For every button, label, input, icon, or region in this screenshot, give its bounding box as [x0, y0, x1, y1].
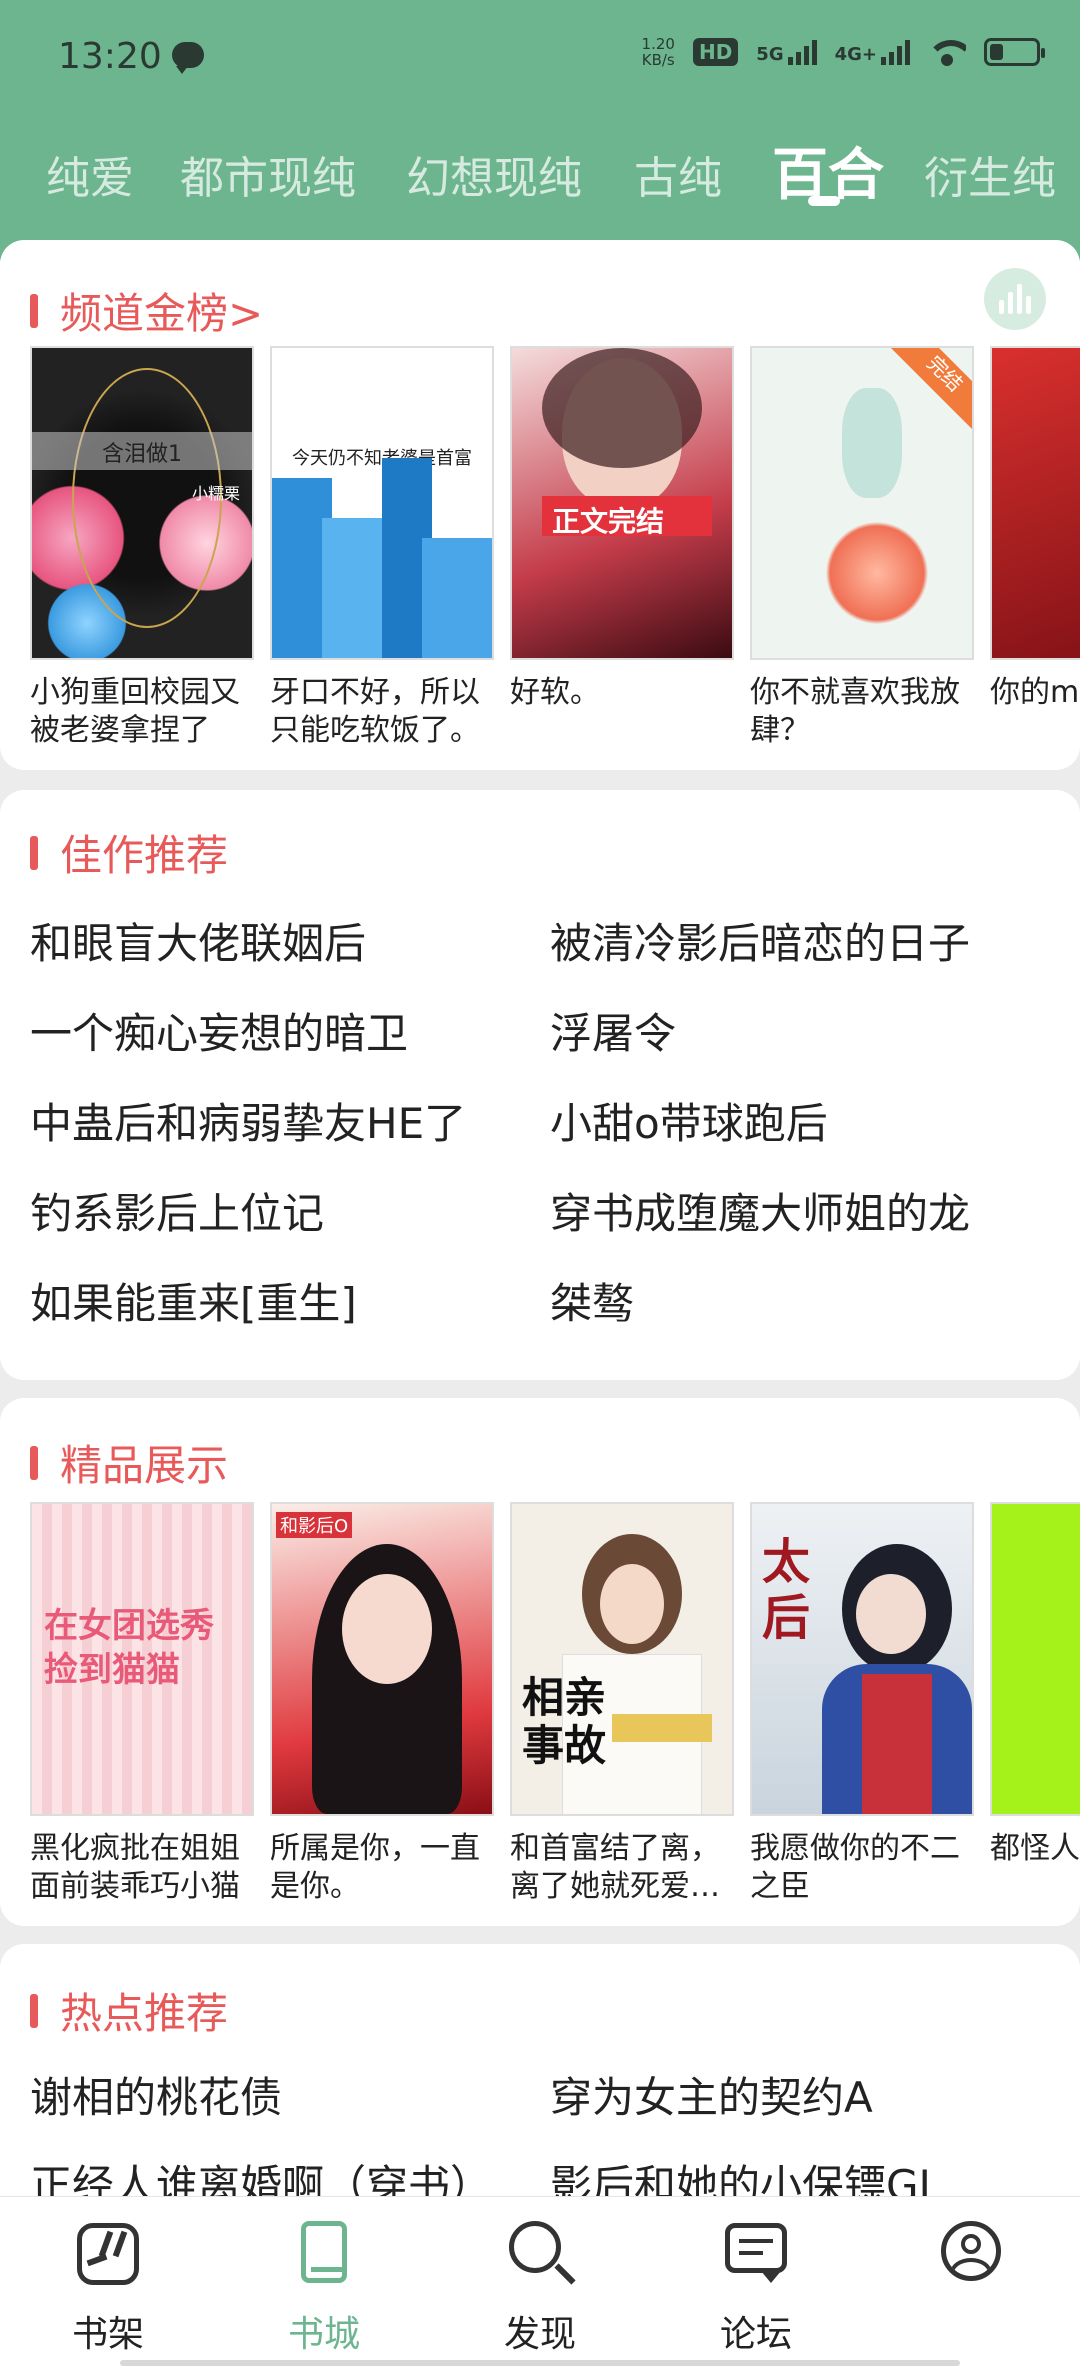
recommend-header: 佳作推荐: [30, 822, 228, 883]
forum-icon: [721, 2217, 791, 2287]
message-icon: [172, 42, 204, 74]
tab-indicator: [808, 196, 840, 206]
book-title: 牙口不好，所以只能吃软饭了。: [270, 675, 480, 746]
list-item[interactable]: 谢相的桃花债: [30, 2064, 282, 2125]
list-item[interactable]: 钓系影后上位记: [30, 1180, 324, 1241]
category-tabs: 纯爱 都市现纯 幻想现纯 古纯 百合 衍生纯: [0, 128, 1080, 208]
book-card[interactable]: 完结 你不就喜欢我放肆？: [750, 346, 974, 746]
book-card[interactable]: 正文完结 好软。: [510, 346, 734, 746]
list-item[interactable]: 桀骜: [550, 1270, 634, 1331]
book-card[interactable]: 今天仍不知老婆是首富 牙口不好，所以只能吃软饭了。: [270, 346, 494, 746]
featured-header: 精品展示: [30, 1432, 228, 1493]
section-title: 精品展示: [60, 1441, 229, 1490]
status-icons: 1.20 KB/s HD 5G 4G+: [641, 35, 1045, 69]
book-title: 都怪人!: [990, 1831, 1080, 1866]
list-item[interactable]: 小甜o带球跑后: [550, 1090, 828, 1151]
tab-guchun[interactable]: 古纯: [634, 142, 722, 206]
search-icon: [505, 2217, 576, 2287]
signal-5g: 5G: [756, 39, 817, 65]
channel-rank-card: 频道金榜> 含泪做1 小糯栗 小狗重回校园又被老婆拿捏了 今天仍不知老婆是首富: [0, 240, 1080, 770]
book-cover: 在女团选秀捡到猫猫: [30, 1502, 254, 1816]
section-title: 热点推荐: [60, 1989, 229, 2038]
list-item[interactable]: 穿为女主的契约A: [550, 2064, 873, 2125]
list-item[interactable]: 一个痴心妄想的暗卫: [30, 1000, 408, 1061]
signal-icon: [881, 39, 910, 65]
nav-profile[interactable]: [912, 2217, 1032, 2305]
list-item[interactable]: 如果能重来[重生]: [30, 1270, 357, 1331]
signal-icon: [787, 39, 817, 65]
book-cover: 完结: [750, 346, 974, 660]
list-item[interactable]: 穿书成堕魔大师姐的龙: [550, 1180, 970, 1241]
book-cover: 今天仍不知老婆是首富: [270, 346, 494, 660]
book-title: 所属是你，一直是你。: [270, 1831, 480, 1902]
book-title: 我愿做你的不二之臣: [750, 1831, 960, 1902]
book-title: 好软。: [510, 675, 600, 710]
featured-books: 在女团选秀捡到猫猫 黑化疯批在姐姐面前装乖巧小猫 和影后O 所属是你，一直是你。…: [30, 1502, 1080, 1902]
book-title: 黑化疯批在姐姐面前装乖巧小猫: [30, 1831, 240, 1902]
tab-yansheng[interactable]: 衍生纯: [924, 142, 1056, 206]
status-bar: 13:20 1.20 KB/s HD 5G 4G+: [0, 0, 1080, 110]
channel-rank-header[interactable]: 频道金榜>: [30, 280, 263, 341]
nav-discover[interactable]: 发现: [480, 2217, 600, 2357]
book-card[interactable]: 太后 我愿做你的不二之臣: [750, 1502, 974, 1902]
hot-header: 热点推荐: [30, 1980, 228, 2041]
list-item[interactable]: 和眼盲大佬联姻后: [30, 910, 366, 971]
book-cover: 和影后O: [270, 1502, 494, 1816]
wifi-icon: [928, 38, 966, 66]
book-cover: 含泪做1 小糯栗: [30, 346, 254, 660]
featured-card: 精品展示 在女团选秀捡到猫猫 黑化疯批在姐姐面前装乖巧小猫 和影后O 所属是你，…: [0, 1398, 1080, 1926]
book-card[interactable]: 你的mine: [990, 346, 1080, 746]
nav-forum[interactable]: 论坛: [696, 2217, 816, 2357]
section-title: 佳作推荐: [60, 831, 229, 880]
book-cover: [990, 346, 1080, 660]
book-title: 你不就喜欢我放肆？: [750, 675, 960, 746]
nav-bookstore[interactable]: 书城: [264, 2217, 384, 2357]
section-title: 频道金榜>: [60, 289, 264, 338]
profile-icon: [937, 2217, 1007, 2287]
tab-dushi[interactable]: 都市现纯: [180, 142, 356, 206]
book-cover: [990, 1502, 1080, 1816]
book-title: 和首富结了离，离了她就死爱…: [510, 1831, 720, 1902]
channel-rank-books: 含泪做1 小糯栗 小狗重回校园又被老婆拿捏了 今天仍不知老婆是首富 牙口不好，所…: [30, 346, 1080, 746]
bottom-nav: 书架 书城 发现 论坛: [0, 2196, 1080, 2376]
hd-icon: HD: [692, 38, 739, 66]
book-card[interactable]: 相亲事故 和首富结了离，离了她就死爱…: [510, 1502, 734, 1902]
tab-chunai[interactable]: 纯爱: [46, 142, 134, 206]
battery-icon: [984, 38, 1045, 66]
list-item[interactable]: 中蛊后和病弱挚友HE了: [30, 1090, 466, 1151]
book-title: 你的mine: [990, 675, 1080, 710]
book-cover: 相亲事故: [510, 1502, 734, 1816]
network-speed: 1.20 KB/s: [641, 35, 675, 69]
bookstore-icon: [289, 2217, 359, 2287]
nav-bookshelf[interactable]: 书架: [48, 2217, 168, 2357]
top-header: 13:20 1.20 KB/s HD 5G 4G+ 纯爱 都市现纯 幻想现纯 古…: [0, 0, 1080, 260]
book-cover: 太后: [750, 1502, 974, 1816]
home-indicator[interactable]: [120, 2360, 960, 2366]
signal-4g: 4G+: [835, 39, 910, 65]
status-time: 13:20: [58, 36, 162, 77]
book-card[interactable]: 含泪做1 小糯栗 小狗重回校园又被老婆拿捏了: [30, 346, 254, 746]
tab-huanxiang[interactable]: 幻想现纯: [406, 142, 582, 206]
ranking-chart-icon[interactable]: [984, 268, 1046, 330]
recommend-card: 佳作推荐 和眼盲大佬联姻后 被清冷影后暗恋的日子 一个痴心妄想的暗卫 浮屠令 中…: [0, 790, 1080, 1380]
book-card[interactable]: 和影后O 所属是你，一直是你。: [270, 1502, 494, 1902]
book-cover: 正文完结: [510, 346, 734, 660]
list-item[interactable]: 浮屠令: [550, 1000, 676, 1061]
book-card[interactable]: 都怪人!: [990, 1502, 1080, 1902]
book-card[interactable]: 在女团选秀捡到猫猫 黑化疯批在姐姐面前装乖巧小猫: [30, 1502, 254, 1902]
book-title: 小狗重回校园又被老婆拿捏了: [30, 675, 240, 746]
list-item[interactable]: 被清冷影后暗恋的日子: [550, 910, 970, 971]
bookshelf-icon: [73, 2217, 143, 2287]
